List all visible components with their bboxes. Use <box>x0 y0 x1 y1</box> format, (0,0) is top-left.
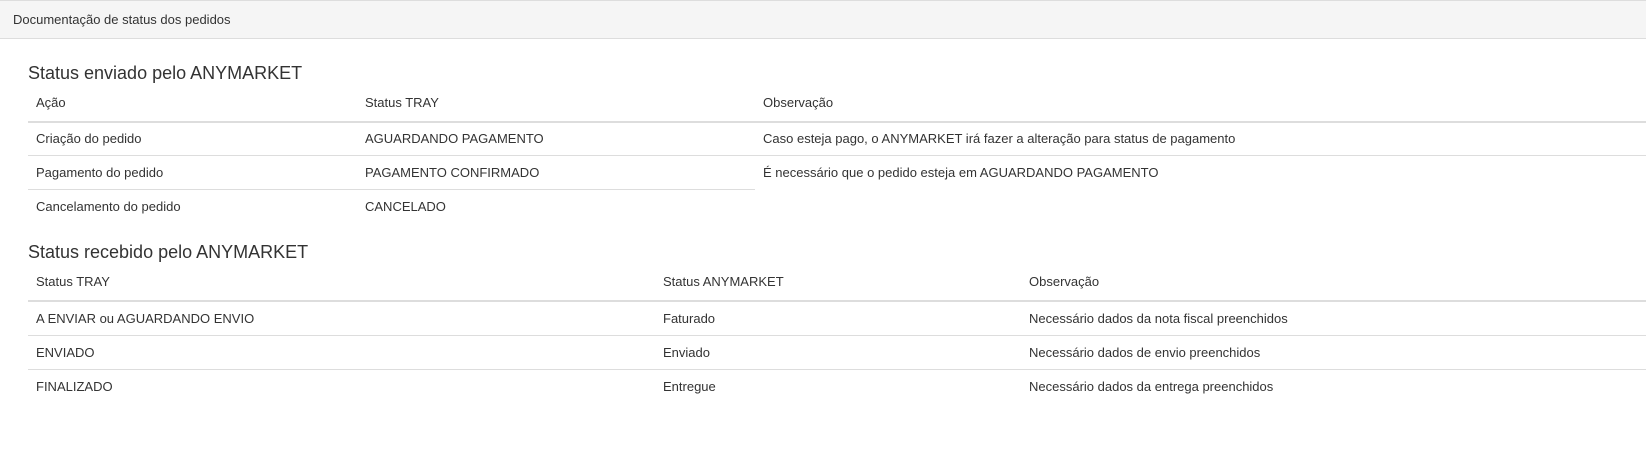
column-header-status-tray: Status TRAY <box>28 264 655 302</box>
cell-status-tray: CANCELADO <box>357 189 755 223</box>
cell-status-tray: PAGAMENTO CONFIRMADO <box>357 155 755 190</box>
column-header-status-anymarket: Status ANYMARKET <box>655 264 1021 302</box>
table-row: Pagamento do pedido PAGAMENTO CONFIRMADO… <box>28 155 1646 190</box>
cell-acao: Pagamento do pedido <box>28 155 357 190</box>
cell-acao: Criação do pedido <box>28 121 357 156</box>
cell-status-tray: ENVIADO <box>28 335 655 370</box>
column-header-observacao: Observação <box>755 85 1646 123</box>
cell-observacao: Caso esteja pago, o ANYMARKET irá fazer … <box>755 121 1646 156</box>
table-row: A ENVIAR ou AGUARDANDO ENVIO Faturado Ne… <box>28 300 1646 336</box>
table-row: ENVIADO Enviado Necessário dados de envi… <box>28 335 1646 370</box>
cell-status-tray: AGUARDANDO PAGAMENTO <box>357 121 755 156</box>
cell-observacao: Necessário dados da entrega preenchidos <box>1021 369 1646 403</box>
status-documentation-panel: Documentação de status dos pedidos Statu… <box>0 0 1646 452</box>
sent-status-table: Ação Status TRAY Observação Criação do p… <box>28 85 1646 223</box>
cell-observacao <box>755 190 1646 224</box>
cell-status-anymarket: Entregue <box>655 369 1021 403</box>
cell-observacao: É necessário que o pedido esteja em AGUA… <box>755 155 1646 190</box>
cell-status-anymarket: Enviado <box>655 335 1021 370</box>
column-header-acao: Ação <box>28 85 357 123</box>
table-row: Criação do pedido AGUARDANDO PAGAMENTO C… <box>28 121 1646 156</box>
received-status-table: Status TRAY Status ANYMARKET Observação … <box>28 264 1646 403</box>
sent-status-title: Status enviado pelo ANYMARKET <box>28 63 303 83</box>
cell-observacao: Necessário dados de envio preenchidos <box>1021 335 1646 370</box>
panel-heading: Documentação de status dos pedidos <box>0 1 1646 39</box>
table-row: FINALIZADO Entregue Necessário dados da … <box>28 369 1646 403</box>
column-header-status-tray: Status TRAY <box>357 85 755 123</box>
cell-acao: Cancelamento do pedido <box>28 189 357 223</box>
panel-body: Status enviado pelo ANYMARKET Ação Statu… <box>0 39 1646 403</box>
cell-observacao: Necessário dados da nota fiscal preenchi… <box>1021 300 1646 336</box>
cell-status-anymarket: Faturado <box>655 300 1021 336</box>
received-status-title: Status recebido pelo ANYMARKET <box>28 242 309 262</box>
table-header-row: Ação Status TRAY Observação <box>28 85 1646 123</box>
table-header-row: Status TRAY Status ANYMARKET Observação <box>28 264 1646 302</box>
column-header-observacao: Observação <box>1021 264 1646 302</box>
table-row: Cancelamento do pedido CANCELADO <box>28 189 1646 224</box>
cell-status-tray: FINALIZADO <box>28 369 655 403</box>
cell-status-tray: A ENVIAR ou AGUARDANDO ENVIO <box>28 300 655 336</box>
